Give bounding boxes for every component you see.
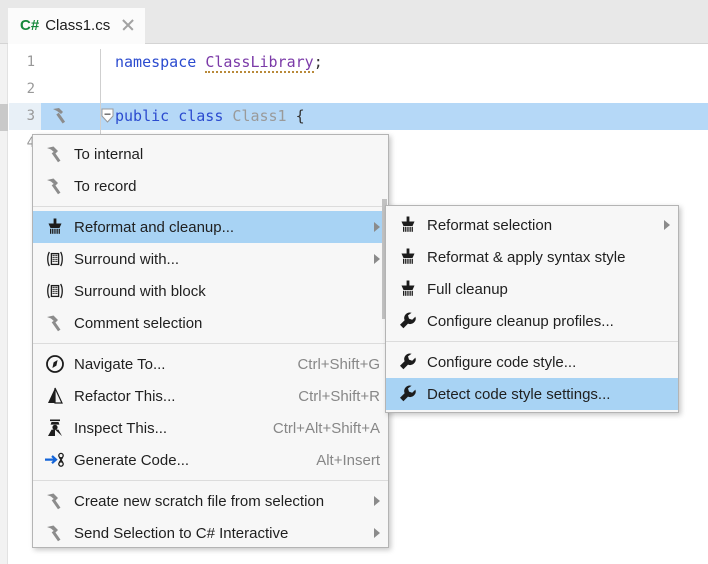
- generate-icon: [42, 449, 68, 471]
- hammer-icon: [42, 175, 68, 197]
- menu-item-comment-selection[interactable]: Comment selection: [33, 307, 388, 339]
- code-line-1: 1 namespace ClassLibrary;: [9, 49, 708, 76]
- chevron-right-icon: [374, 528, 380, 538]
- broom-icon: [395, 246, 421, 268]
- gutter-annotation-area: [41, 76, 101, 103]
- menu-item-label: Refactor This...: [74, 387, 176, 405]
- pyramid-icon: [42, 385, 68, 407]
- menu-item-label: Full cleanup: [427, 280, 508, 298]
- menu-separator: [33, 480, 388, 481]
- class-identifier: Class1: [232, 107, 287, 125]
- editor-tab-class1[interactable]: C# Class1.cs: [8, 8, 146, 44]
- hammer-icon: [42, 522, 68, 544]
- selection-marker: [0, 104, 8, 131]
- broom-icon: [395, 278, 421, 300]
- menu-item-label: To record: [74, 177, 137, 195]
- namespace-identifier: ClassLibrary: [205, 53, 314, 73]
- menu-item-surround-with-block[interactable]: Surround with block: [33, 275, 388, 307]
- broom-icon: [395, 214, 421, 236]
- app-root: C# Class1.cs 1 namespace ClassLibrary; 2…: [0, 0, 708, 564]
- menu-item-send-selection-to-c-interactive[interactable]: Send Selection to C# Interactive: [33, 517, 388, 549]
- line-number: 2: [26, 81, 35, 97]
- menu-item-detect-code-style-settings[interactable]: Detect code style settings...: [386, 378, 678, 410]
- line-number: 1: [26, 54, 35, 70]
- open-brace: {: [295, 107, 305, 125]
- menu-item-navigate-to[interactable]: Navigate To... Ctrl+Shift+G: [33, 348, 388, 380]
- fold-area: [101, 49, 115, 76]
- menu-item-label: To internal: [74, 145, 144, 163]
- surround-icon: [42, 280, 68, 302]
- menu-item-label: Navigate To...: [74, 355, 166, 373]
- gutter-annotation-area: [41, 49, 101, 76]
- menu-separator: [386, 341, 678, 342]
- chevron-right-icon: [374, 496, 380, 506]
- chevron-right-icon: [664, 220, 670, 230]
- menu-item-reformat-apply-syntax-style[interactable]: Reformat & apply syntax style: [386, 241, 678, 273]
- compass-icon: [42, 353, 68, 375]
- code-text-line-1: namespace ClassLibrary;: [115, 49, 323, 76]
- hammer-icon: [42, 490, 68, 512]
- menu-item-create-new-scratch-file-from-selection[interactable]: Create new scratch file from selection: [33, 485, 388, 517]
- keyword-public: public: [115, 107, 170, 125]
- menu-item-label: Reformat & apply syntax style: [427, 248, 626, 266]
- menu-item-label: Configure code style...: [427, 353, 577, 371]
- context-menu[interactable]: To internal To record Reformat and cleanup…: [32, 134, 389, 548]
- inspector-icon: [42, 417, 68, 439]
- editor-tab-bar: C# Class1.cs: [0, 0, 708, 44]
- menu-item-surround-with[interactable]: Surround with...: [33, 243, 388, 275]
- fold-area: [101, 76, 115, 103]
- menu-item-label: Inspect This...: [74, 419, 168, 437]
- csharp-file-icon: C#: [20, 16, 40, 34]
- menu-item-label: Generate Code...: [74, 451, 190, 469]
- menu-item-label: Comment selection: [74, 314, 203, 332]
- wrench-icon: [395, 351, 421, 373]
- menu-item-label: Surround with...: [74, 250, 180, 268]
- menu-item-reformat-and-cleanup[interactable]: Reformat and cleanup...: [33, 211, 388, 243]
- menu-item-shortcut: Ctrl+Shift+G: [297, 355, 380, 373]
- chevron-right-icon: [374, 222, 380, 232]
- menu-item-refactor-this[interactable]: Refactor This... Ctrl+Shift+R: [33, 380, 388, 412]
- fold-collapse-icon[interactable]: [101, 103, 115, 130]
- menu-item-shortcut: Alt+Insert: [316, 451, 380, 469]
- menu-separator: [33, 206, 388, 207]
- editor-tab-label: Class1.cs: [45, 16, 111, 34]
- menu-item-label: Reformat selection: [427, 216, 553, 234]
- keyword-namespace: namespace: [115, 53, 197, 71]
- surround-icon: [42, 248, 68, 270]
- menu-separator: [33, 343, 388, 344]
- menu-item-label: Reformat and cleanup...: [74, 218, 235, 236]
- menu-item-label: Configure cleanup profiles...: [427, 312, 614, 330]
- menu-item-label: Send Selection to C# Interactive: [74, 524, 289, 542]
- reformat-and-cleanup-submenu[interactable]: Reformat selection Reformat & apply synta…: [385, 205, 679, 413]
- menu-item-to-record[interactable]: To record: [33, 170, 388, 202]
- editor-marker-strip: [0, 44, 8, 564]
- menu-item-to-internal[interactable]: To internal: [33, 138, 388, 170]
- broom-icon: [42, 216, 68, 238]
- hammer-icon: [42, 143, 68, 165]
- menu-item-configure-code-style[interactable]: Configure code style...: [386, 346, 678, 378]
- menu-item-label: Surround with block: [74, 282, 206, 300]
- keyword-class: class: [178, 107, 224, 125]
- menu-item-label: Detect code style settings...: [427, 385, 611, 403]
- semicolon: ;: [313, 53, 323, 71]
- wrench-icon: [395, 383, 421, 405]
- gutter-annotation-area: [41, 103, 101, 130]
- menu-item-configure-cleanup-profiles[interactable]: Configure cleanup profiles...: [386, 305, 678, 337]
- code-line-3: 3 public class Class1 {: [9, 103, 708, 130]
- chevron-right-icon: [374, 254, 380, 264]
- code-text-line-3: public class Class1 {: [115, 103, 305, 130]
- code-line-2: 2: [9, 76, 708, 103]
- close-icon[interactable]: [121, 18, 135, 32]
- menu-item-shortcut: Ctrl+Shift+R: [298, 387, 380, 405]
- line-number: 3: [9, 103, 41, 130]
- menu-item-inspect-this[interactable]: Inspect This... Ctrl+Alt+Shift+A: [33, 412, 388, 444]
- hammer-icon: [42, 312, 68, 334]
- menu-item-full-cleanup[interactable]: Full cleanup: [386, 273, 678, 305]
- wrench-icon: [395, 310, 421, 332]
- hammer-icon[interactable]: [50, 106, 70, 126]
- menu-item-label: Create new scratch file from selection: [74, 492, 325, 510]
- menu-item-shortcut: Ctrl+Alt+Shift+A: [272, 419, 380, 437]
- menu-item-reformat-selection[interactable]: Reformat selection: [386, 209, 678, 241]
- menu-item-generate-code[interactable]: Generate Code... Alt+Insert: [33, 444, 388, 476]
